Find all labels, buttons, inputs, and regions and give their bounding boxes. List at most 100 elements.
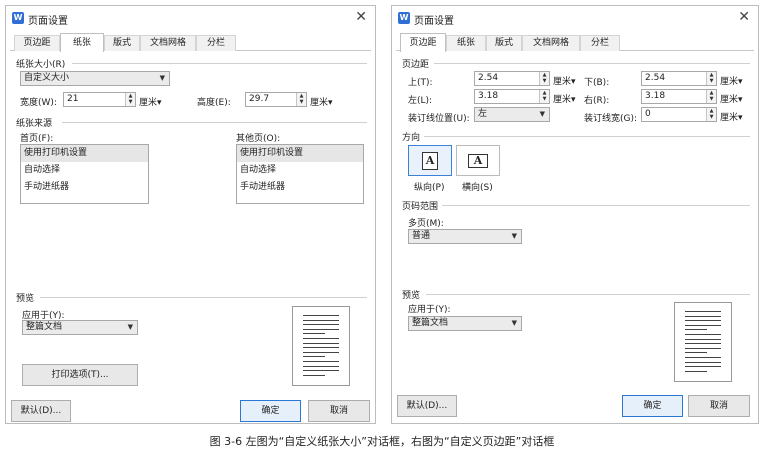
right-margin-field[interactable]: 3.18 ▲ ▼ [641,89,717,104]
height-field[interactable]: 29.7 ▲ ▼ [245,92,307,107]
spinner-buttons[interactable]: ▲ ▼ [125,93,135,106]
list-item[interactable]: 使用打印机设置 [237,145,363,162]
tab-bar: 页边距 纸张 版式 文档网格 分栏 [396,33,754,52]
preview-text-line [685,329,707,331]
preview-text-line [303,324,339,326]
spin-down-icon[interactable]: ▼ [297,99,306,105]
portrait-button[interactable]: A [408,145,452,176]
page-preview [674,302,732,382]
spinner-buttons[interactable]: ▲ ▼ [706,90,716,103]
tab-paper[interactable]: 纸张 [446,35,486,51]
spinner-buttons[interactable]: ▲ ▼ [539,72,549,85]
tab-layout[interactable]: 版式 [104,35,140,51]
preview-text-line [685,370,707,372]
top-margin-field[interactable]: 2.54 ▲ ▼ [474,71,550,86]
preview-text-line [685,366,721,368]
first-page-list[interactable]: 使用打印机设置 自动选择 手动进纸器 [20,144,149,204]
right-margin-unit[interactable]: 厘米▾ [720,92,743,105]
landscape-label: 横向(S) [462,183,493,193]
top-margin-value: 2.54 [478,73,499,83]
list-item[interactable]: 使用打印机设置 [21,145,148,162]
tab-columns[interactable]: 分栏 [196,35,236,51]
preview-text-line [303,347,339,349]
bottom-margin-field[interactable]: 2.54 ▲ ▼ [641,71,717,86]
spin-down-icon[interactable]: ▼ [707,96,716,102]
spinner-buttons[interactable]: ▲ ▼ [539,90,549,103]
other-pages-list[interactable]: 使用打印机设置 自动选择 手动进纸器 [236,144,364,204]
width-unit[interactable]: 厘米▾ [139,95,162,108]
tab-paper[interactable]: 纸张 [60,33,104,52]
spin-down-icon[interactable]: ▼ [540,96,549,102]
print-options-button[interactable]: 打印选项(T)... [22,364,138,386]
dropdown-arrow-icon: ▼ [511,319,517,327]
multiple-pages-select[interactable]: 普通 ▼ [408,229,522,244]
gutter-position-select[interactable]: 左 ▼ [474,107,550,122]
preview-text-line [303,333,325,335]
spin-down-icon[interactable]: ▼ [126,99,135,105]
default-button[interactable]: 默认(D)... [397,395,457,417]
ok-button[interactable]: 确定 [240,400,301,422]
tab-layout[interactable]: 版式 [486,35,522,51]
cancel-button[interactable]: 取消 [688,395,750,417]
preview-text-line [685,352,707,354]
tab-columns[interactable]: 分栏 [580,35,620,51]
dialog-title: 页面设置 [28,16,68,27]
width-label: 宽度(W): [20,98,57,108]
right-margin-value: 3.18 [645,91,666,101]
tab-margins[interactable]: 页边距 [400,33,446,52]
default-button[interactable]: 默认(D)... [11,400,71,422]
section-preview: 预览 [16,294,35,304]
spin-down-icon[interactable]: ▼ [707,78,716,84]
preview-text-line [303,328,339,330]
bottom-margin-unit[interactable]: 厘米▾ [720,74,743,87]
spinner-buttons[interactable]: ▲ ▼ [706,108,716,121]
preview-text-line [303,315,339,316]
wps-app-icon: W [398,12,410,24]
divider [424,136,750,137]
cancel-button[interactable]: 取消 [308,400,370,422]
apply-to-select[interactable]: 整篇文档 ▼ [408,316,522,331]
list-item[interactable]: 手动进纸器 [237,179,363,196]
divider [442,205,750,206]
width-value: 21 [67,94,79,104]
apply-to-value: 整篇文档 [26,322,63,332]
tab-margins[interactable]: 页边距 [14,35,60,51]
paper-size-value: 自定义大小 [24,73,70,83]
close-icon[interactable]: ✕ [738,9,750,25]
list-item[interactable]: 手动进纸器 [21,179,148,196]
ok-button[interactable]: 确定 [622,395,683,417]
divider [72,63,367,64]
top-margin-unit[interactable]: 厘米▾ [553,74,576,87]
right-margin-label: 右(R): [584,96,610,106]
list-item[interactable]: 自动选择 [21,162,148,179]
width-field[interactable]: 21 ▲ ▼ [63,92,136,107]
tab-doc-grid[interactable]: 文档网格 [140,35,196,51]
landscape-button[interactable]: A [456,145,500,176]
spin-down-icon[interactable]: ▼ [707,114,716,120]
spinner-buttons[interactable]: ▲ ▼ [296,93,306,106]
left-margin-label: 左(L): [408,96,433,106]
section-margins: 页边距 [402,60,430,70]
height-unit[interactable]: 厘米▾ [310,95,333,108]
wps-app-icon: W [12,12,24,24]
left-margin-unit[interactable]: 厘米▾ [553,92,576,105]
close-icon[interactable]: ✕ [355,9,367,25]
paper-size-select[interactable]: 自定义大小 ▼ [20,71,170,86]
paper-size-dialog: W 页面设置 ✕ 页边距 纸张 版式 文档网格 分栏 纸张大小(R) 自定义大小… [5,5,376,424]
gutter-width-value: 0 [645,109,651,119]
apply-to-value: 整篇文档 [412,318,449,328]
title-bar: W 页面设置 ✕ [392,6,758,30]
spin-down-icon[interactable]: ▼ [540,78,549,84]
gutter-position-label: 装订线位置(U): [408,114,470,124]
section-paper-size: 纸张大小(R) [16,60,66,70]
divider [40,297,367,298]
apply-to-select[interactable]: 整篇文档 ▼ [22,320,138,335]
height-label: 高度(E): [197,98,231,108]
preview-text-line [303,319,339,321]
gutter-width-field[interactable]: 0 ▲ ▼ [641,107,717,122]
spinner-buttons[interactable]: ▲ ▼ [706,72,716,85]
gutter-width-unit[interactable]: 厘米▾ [720,110,743,123]
tab-doc-grid[interactable]: 文档网格 [522,35,580,51]
left-margin-field[interactable]: 3.18 ▲ ▼ [474,89,550,104]
list-item[interactable]: 自动选择 [237,162,363,179]
